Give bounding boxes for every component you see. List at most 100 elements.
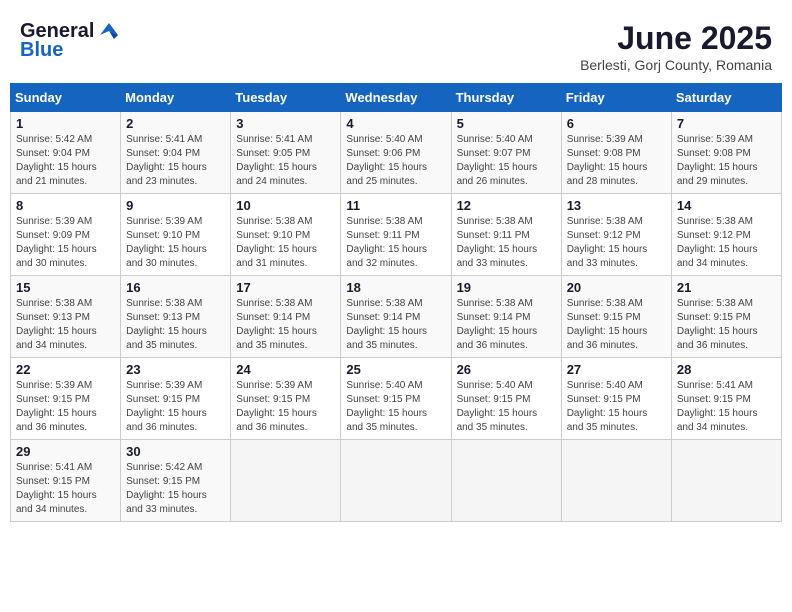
day-number: 24	[236, 362, 335, 377]
day-info: Sunrise: 5:39 AM Sunset: 9:15 PM Dayligh…	[126, 379, 225, 435]
day-number: 29	[16, 444, 115, 459]
day-number: 11	[346, 198, 445, 213]
header: General Blue June 2025 Berlesti, Gorj Co…	[10, 10, 782, 78]
day-info: Sunrise: 5:40 AM Sunset: 9:15 PM Dayligh…	[457, 379, 556, 435]
calendar-body: 1 Sunrise: 5:42 AM Sunset: 9:04 PM Daylig…	[11, 112, 782, 522]
day-cell-21: 21Sunrise: 5:38 AM Sunset: 9:15 PM Dayli…	[671, 276, 781, 358]
day-info: Sunrise: 5:42 AM Sunset: 9:15 PM Dayligh…	[126, 461, 225, 517]
day-cell-6: 6 Sunrise: 5:39 AM Sunset: 9:08 PM Daylig…	[561, 112, 671, 194]
week-row-2: 8 Sunrise: 5:39 AM Sunset: 9:09 PM Daylig…	[11, 194, 782, 276]
day-info: Sunrise: 5:38 AM Sunset: 9:10 PM Dayligh…	[236, 215, 335, 271]
day-cell-14: 14 Sunrise: 5:38 AM Sunset: 9:12 PM Dayli…	[671, 194, 781, 276]
day-cell-5: 5 Sunrise: 5:40 AM Sunset: 9:07 PM Daylig…	[451, 112, 561, 194]
day-cell-17: 17Sunrise: 5:38 AM Sunset: 9:14 PM Dayli…	[231, 276, 341, 358]
day-info: Sunrise: 5:38 AM Sunset: 9:15 PM Dayligh…	[567, 297, 666, 353]
day-cell-25: 25 Sunrise: 5:40 AM Sunset: 9:15 PM Dayli…	[341, 358, 451, 440]
week-row-5: 29 Sunrise: 5:41 AM Sunset: 9:15 PM Dayli…	[11, 440, 782, 522]
day-cell-18: 18Sunrise: 5:38 AM Sunset: 9:14 PM Dayli…	[341, 276, 451, 358]
day-cell-24: 24 Sunrise: 5:39 AM Sunset: 9:15 PM Dayli…	[231, 358, 341, 440]
day-info: Sunrise: 5:39 AM Sunset: 9:15 PM Dayligh…	[236, 379, 335, 435]
day-number: 16	[126, 280, 225, 295]
day-cell-16: 16 Sunrise: 5:38 AM Sunset: 9:13 PM Dayli…	[121, 276, 231, 358]
day-cell-10: 10 Sunrise: 5:38 AM Sunset: 9:10 PM Dayli…	[231, 194, 341, 276]
day-number: 5	[457, 116, 556, 131]
day-info: Sunrise: 5:38 AM Sunset: 9:13 PM Dayligh…	[126, 297, 225, 353]
title-area: June 2025 Berlesti, Gorj County, Romania	[580, 20, 772, 73]
day-number: 27	[567, 362, 666, 377]
day-info: Sunrise: 5:40 AM Sunset: 9:15 PM Dayligh…	[346, 379, 445, 435]
day-number: 4	[346, 116, 445, 131]
day-number: 9	[126, 198, 225, 213]
day-cell-19: 19 Sunrise: 5:38 AM Sunset: 9:14 PM Dayli…	[451, 276, 561, 358]
day-number: 17	[236, 280, 335, 295]
day-info: Sunrise: 5:38 AM Sunset: 9:13 PM Dayligh…	[16, 297, 115, 353]
day-number: 10	[236, 198, 335, 213]
day-number: 23	[126, 362, 225, 377]
day-cell-20: 20 Sunrise: 5:38 AM Sunset: 9:15 PM Dayli…	[561, 276, 671, 358]
day-cell-28: 28 Sunrise: 5:41 AM Sunset: 9:15 PM Dayli…	[671, 358, 781, 440]
logo: General Blue	[20, 20, 120, 62]
day-number: 1	[16, 116, 115, 131]
day-info: Sunrise: 5:41 AM Sunset: 9:05 PM Dayligh…	[236, 133, 335, 189]
day-number: 30	[126, 444, 225, 459]
day-number: 22	[16, 362, 115, 377]
day-cell-30: 30 Sunrise: 5:42 AM Sunset: 9:15 PM Dayli…	[121, 440, 231, 522]
day-number: 15	[16, 280, 115, 295]
day-info: Sunrise: 5:40 AM Sunset: 9:15 PM Dayligh…	[567, 379, 666, 435]
weekday-header-tuesday: Tuesday	[231, 84, 341, 112]
day-number: 28	[677, 362, 776, 377]
day-number: 19	[457, 280, 556, 295]
day-cell-22: 22 Sunrise: 5:39 AM Sunset: 9:15 PM Dayli…	[11, 358, 121, 440]
day-info: Sunrise: 5:39 AM Sunset: 9:08 PM Dayligh…	[567, 133, 666, 189]
day-info: Sunrise: 5:38 AM Sunset: 9:15 PM Dayligh…	[677, 297, 776, 353]
day-info: Sunrise: 5:42 AM Sunset: 9:04 PM Dayligh…	[16, 133, 115, 189]
day-info: Sunrise: 5:41 AM Sunset: 9:15 PM Dayligh…	[16, 461, 115, 517]
day-info: Sunrise: 5:39 AM Sunset: 9:15 PM Dayligh…	[16, 379, 115, 435]
week-row-4: 22 Sunrise: 5:39 AM Sunset: 9:15 PM Dayli…	[11, 358, 782, 440]
day-number: 13	[567, 198, 666, 213]
day-info: Sunrise: 5:41 AM Sunset: 9:15 PM Dayligh…	[677, 379, 776, 435]
weekday-header-monday: Monday	[121, 84, 231, 112]
day-cell-1: 1 Sunrise: 5:42 AM Sunset: 9:04 PM Daylig…	[11, 112, 121, 194]
day-number: 2	[126, 116, 225, 131]
week-row-3: 15 Sunrise: 5:38 AM Sunset: 9:13 PM Dayli…	[11, 276, 782, 358]
weekday-header-friday: Friday	[561, 84, 671, 112]
day-number: 3	[236, 116, 335, 131]
weekday-header-saturday: Saturday	[671, 84, 781, 112]
empty-cell	[231, 440, 341, 522]
day-number: 25	[346, 362, 445, 377]
day-cell-11: 11 Sunrise: 5:38 AM Sunset: 9:11 PM Dayli…	[341, 194, 451, 276]
day-number: 6	[567, 116, 666, 131]
day-cell-3: 3 Sunrise: 5:41 AM Sunset: 9:05 PM Daylig…	[231, 112, 341, 194]
day-number: 8	[16, 198, 115, 213]
day-cell-7: 7 Sunrise: 5:39 AM Sunset: 9:08 PM Daylig…	[671, 112, 781, 194]
weekday-header-sunday: Sunday	[11, 84, 121, 112]
day-info: Sunrise: 5:38 AM Sunset: 9:12 PM Dayligh…	[567, 215, 666, 271]
day-number: 7	[677, 116, 776, 131]
day-number: 26	[457, 362, 556, 377]
weekday-header-thursday: Thursday	[451, 84, 561, 112]
empty-cell	[451, 440, 561, 522]
day-cell-26: 26 Sunrise: 5:40 AM Sunset: 9:15 PM Dayli…	[451, 358, 561, 440]
day-info: Sunrise: 5:38 AM Sunset: 9:11 PM Dayligh…	[346, 215, 445, 271]
day-number: 20	[567, 280, 666, 295]
calendar-table: SundayMondayTuesdayWednesdayThursdayFrid…	[10, 83, 782, 522]
empty-cell	[561, 440, 671, 522]
day-info: Sunrise: 5:38 AM Sunset: 9:11 PM Dayligh…	[457, 215, 556, 271]
day-cell-4: 4Sunrise: 5:40 AM Sunset: 9:06 PM Daylig…	[341, 112, 451, 194]
day-cell-27: 27 Sunrise: 5:40 AM Sunset: 9:15 PM Dayli…	[561, 358, 671, 440]
day-info: Sunrise: 5:39 AM Sunset: 9:09 PM Dayligh…	[16, 215, 115, 271]
day-number: 12	[457, 198, 556, 213]
day-info: Sunrise: 5:39 AM Sunset: 9:10 PM Dayligh…	[126, 215, 225, 271]
day-cell-29: 29 Sunrise: 5:41 AM Sunset: 9:15 PM Dayli…	[11, 440, 121, 522]
day-info: Sunrise: 5:40 AM Sunset: 9:07 PM Dayligh…	[457, 133, 556, 189]
empty-cell	[341, 440, 451, 522]
day-info: Sunrise: 5:38 AM Sunset: 9:12 PM Dayligh…	[677, 215, 776, 271]
day-cell-23: 23 Sunrise: 5:39 AM Sunset: 9:15 PM Dayli…	[121, 358, 231, 440]
day-info: Sunrise: 5:38 AM Sunset: 9:14 PM Dayligh…	[457, 297, 556, 353]
month-title: June 2025	[580, 20, 772, 57]
day-number: 14	[677, 198, 776, 213]
logo-blue-text: Blue	[20, 39, 63, 62]
day-cell-8: 8 Sunrise: 5:39 AM Sunset: 9:09 PM Daylig…	[11, 194, 121, 276]
day-info: Sunrise: 5:39 AM Sunset: 9:08 PM Dayligh…	[677, 133, 776, 189]
